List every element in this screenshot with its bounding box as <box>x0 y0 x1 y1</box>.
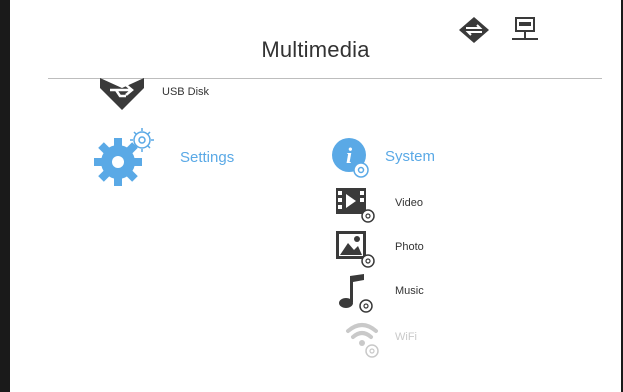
menu-item-music[interactable]: Music <box>334 272 474 313</box>
menu-item-system[interactable]: i System <box>330 136 490 180</box>
system-info-icon: i <box>332 138 369 178</box>
menu-item-usb-disk[interactable]: USB Disk <box>92 74 232 114</box>
usb-disk-label: USB Disk <box>162 86 210 98</box>
photo-settings-icon <box>336 231 375 268</box>
music-label: Music <box>395 285 424 297</box>
wifi-settings-icon <box>346 323 379 358</box>
page-title: Multimedia <box>261 37 370 62</box>
photo-label: Photo <box>395 241 424 253</box>
svg-text:i: i <box>346 143 353 168</box>
menu-item-photo[interactable]: Photo <box>334 229 474 269</box>
video-label: Video <box>395 197 423 209</box>
usb-disk-icon <box>100 78 144 110</box>
multimedia-screen: Multimedia USB Disk Settings i System Vi… <box>10 0 621 392</box>
menu-item-wifi[interactable]: WiFi <box>344 317 474 361</box>
menu-item-video[interactable]: Video <box>334 186 474 224</box>
music-settings-icon <box>339 274 373 313</box>
wifi-label: WiFi <box>395 331 417 343</box>
video-settings-icon <box>336 188 375 223</box>
menu-item-settings[interactable]: Settings <box>90 124 250 192</box>
settings-gear-icon <box>94 128 154 186</box>
settings-label: Settings <box>180 149 235 166</box>
system-label: System <box>385 148 436 165</box>
